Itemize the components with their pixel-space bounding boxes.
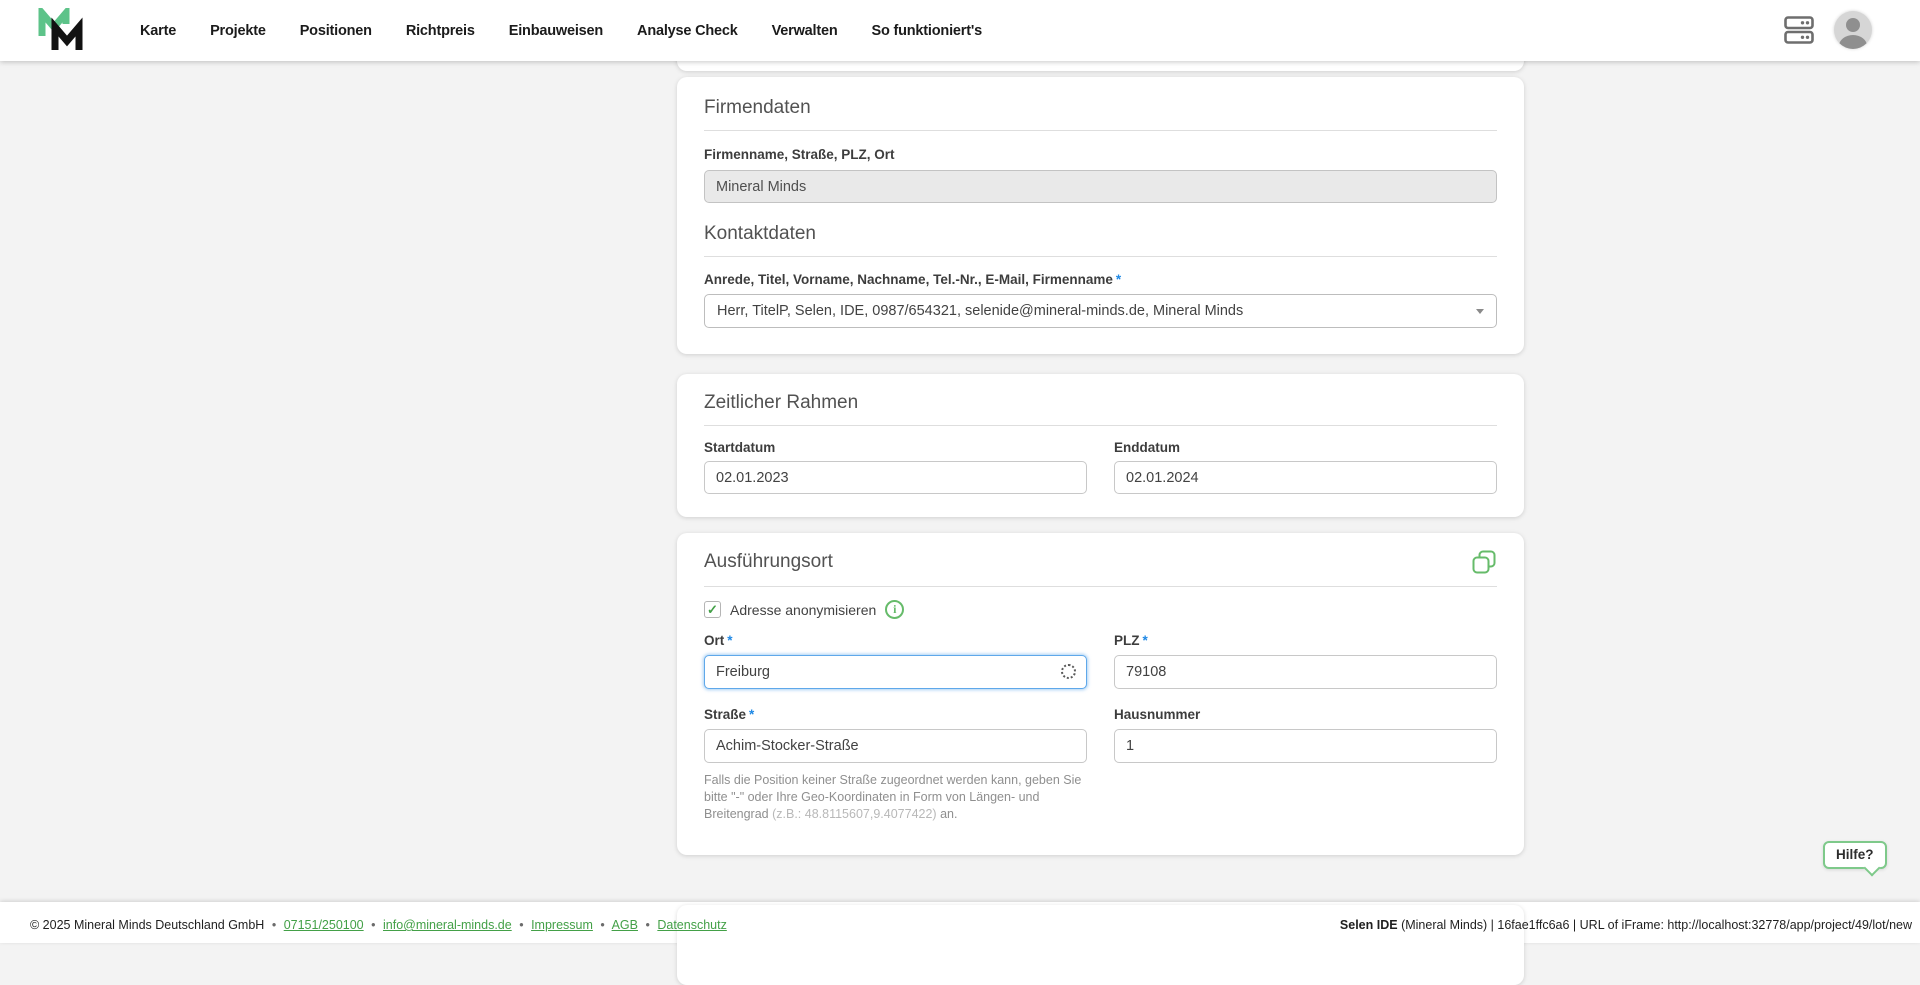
footer-copyright: © 2025 Mineral Minds Deutschland GmbH <box>30 918 264 932</box>
required-asterisk: * <box>1116 272 1121 287</box>
hint-suffix-text: an. <box>937 807 958 821</box>
footer-left-text: © 2025 Mineral Minds Deutschland GmbH • … <box>30 918 727 932</box>
ort-input[interactable] <box>704 655 1087 689</box>
strasse-input[interactable] <box>704 729 1087 763</box>
footer-ide-name: Selen IDE <box>1340 918 1398 932</box>
copy-icon[interactable] <box>1471 549 1497 575</box>
firmendaten-title: Firmendaten <box>704 97 1497 119</box>
nav-item-karte[interactable]: Karte <box>140 23 176 39</box>
nav-item-verwalten[interactable]: Verwalten <box>772 23 838 39</box>
ausfuehrungsort-card: Ausführungsort ✓ Adresse anonymisieren i… <box>677 533 1524 855</box>
hint-example-text: (z.B.: 48.8115607,9.4077422) <box>772 807 936 821</box>
footer-agb-link[interactable]: AGB <box>612 918 638 932</box>
hausnummer-label: Hausnummer <box>1114 707 1497 722</box>
mineral-minds-logo[interactable] <box>38 8 84 58</box>
user-avatar-icon[interactable] <box>1834 11 1872 49</box>
top-navbar: Karte Projekte Positionen Richtpreis Ein… <box>0 0 1920 61</box>
enddatum-label: Enddatum <box>1114 440 1497 455</box>
logo-m-icon <box>38 8 84 53</box>
info-icon[interactable]: i <box>885 600 904 619</box>
divider <box>704 130 1497 131</box>
nav-item-so-funktionierts[interactable]: So funktioniert's <box>872 23 982 39</box>
startdatum-input[interactable] <box>704 461 1087 494</box>
footer-separator: • <box>600 918 604 932</box>
strasse-label: Straße* <box>704 707 1087 722</box>
kontakt-select-value: Herr, TitelP, Selen, IDE, 0987/654321, s… <box>717 303 1243 319</box>
kontakt-label-text: Anrede, Titel, Vorname, Nachname, Tel.-N… <box>704 272 1113 287</box>
loading-spinner-icon <box>1061 664 1076 679</box>
required-asterisk: * <box>1143 633 1148 648</box>
ort-label: Ort* <box>704 633 1087 648</box>
chevron-down-icon <box>1476 309 1484 314</box>
footer-separator: • <box>272 918 276 932</box>
nav-item-analyse-check[interactable]: Analyse Check <box>637 23 738 39</box>
anonymize-label: Adresse anonymisieren <box>730 602 876 618</box>
footer-right-text: Selen IDE (Mineral Minds) | 16fae1ffc6a6… <box>1340 918 1912 932</box>
startdatum-label: Startdatum <box>704 440 1087 455</box>
main-nav: Karte Projekte Positionen Richtpreis Ein… <box>140 0 982 61</box>
divider <box>704 425 1497 426</box>
footer-separator: • <box>371 918 375 932</box>
server-stack-icon[interactable] <box>1784 16 1814 50</box>
ort-label-text: Ort <box>704 633 724 648</box>
kontakt-label: Anrede, Titel, Vorname, Nachname, Tel.-N… <box>704 272 1497 287</box>
required-asterisk: * <box>727 633 732 648</box>
required-asterisk: * <box>749 707 754 722</box>
help-button[interactable]: Hilfe? <box>1823 841 1887 869</box>
hausnummer-input[interactable] <box>1114 729 1497 763</box>
footer-email-link[interactable]: info@mineral-minds.de <box>383 918 512 932</box>
nav-item-einbauweisen[interactable]: Einbauweisen <box>509 23 603 39</box>
ausfuehrungsort-title: Ausführungsort <box>704 551 833 573</box>
footer-ide-details: (Mineral Minds) | 16fae1ffc6a6 | URL of … <box>1398 918 1912 932</box>
kontaktdaten-title: Kontaktdaten <box>704 223 1497 245</box>
avatar-head <box>1846 18 1860 32</box>
divider <box>704 256 1497 257</box>
kontakt-select[interactable]: Herr, TitelP, Selen, IDE, 0987/654321, s… <box>704 294 1497 328</box>
footer-phone-link[interactable]: 07151/250100 <box>284 918 364 932</box>
nav-item-richtpreis[interactable]: Richtpreis <box>406 23 475 39</box>
footer-datenschutz-link[interactable]: Datenschutz <box>657 918 726 932</box>
plz-label: PLZ* <box>1114 633 1497 648</box>
plz-input[interactable] <box>1114 655 1497 689</box>
company-label: Firmenname, Straße, PLZ, Ort <box>704 147 1497 162</box>
firmendaten-card: Firmendaten Firmenname, Straße, PLZ, Ort… <box>677 77 1524 354</box>
company-input[interactable] <box>704 170 1497 203</box>
nav-item-positionen[interactable]: Positionen <box>300 23 372 39</box>
strasse-label-text: Straße <box>704 707 746 722</box>
avatar-body <box>1839 35 1867 49</box>
strasse-hint-text: Falls die Position keiner Straße zugeord… <box>704 772 1087 823</box>
anonymize-checkbox[interactable]: ✓ <box>704 601 721 618</box>
footer-separator: • <box>519 918 523 932</box>
zeitlicher-rahmen-card: Zeitlicher Rahmen Startdatum Enddatum <box>677 374 1524 517</box>
zeitlicher-rahmen-title: Zeitlicher Rahmen <box>704 392 1497 414</box>
footer-separator: • <box>645 918 649 932</box>
nav-item-projekte[interactable]: Projekte <box>210 23 266 39</box>
plz-label-text: PLZ <box>1114 633 1140 648</box>
divider <box>704 586 1497 587</box>
next-card-partial <box>677 905 1524 985</box>
enddatum-input[interactable] <box>1114 461 1497 494</box>
footer-impressum-link[interactable]: Impressum <box>531 918 593 932</box>
